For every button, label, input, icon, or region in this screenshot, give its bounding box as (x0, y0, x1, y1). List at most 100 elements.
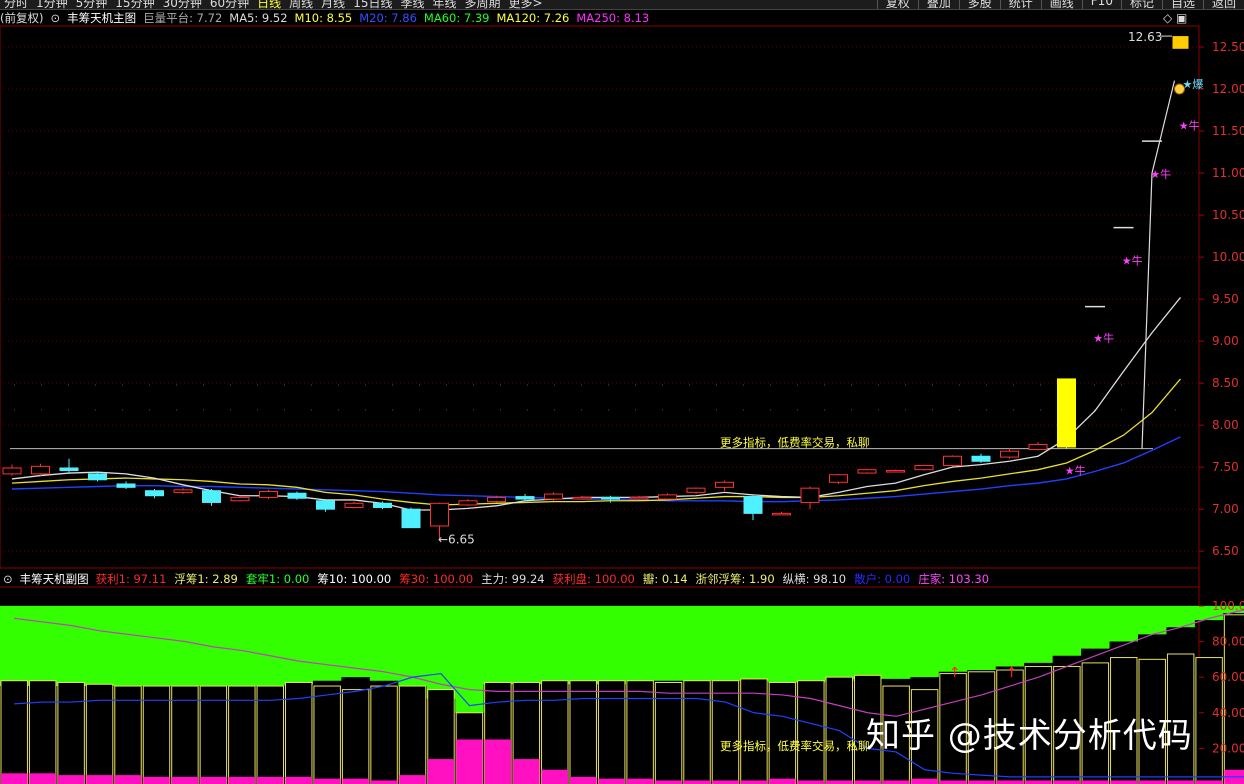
y-tick-label: 8.50 (1212, 376, 1239, 390)
sub-bar-12 (341, 689, 370, 784)
y-tick-label: 10.50 (1212, 208, 1244, 222)
sub-bar-pink-28 (797, 780, 825, 784)
candle-body-30 (857, 469, 877, 474)
candle-37 (1057, 378, 1076, 449)
sub-bar-pink-18 (513, 759, 540, 784)
sub-bar-pink-0 (1, 773, 28, 784)
sub-bar-body-20 (569, 680, 597, 784)
sub-bar-pink-17 (484, 739, 512, 784)
candle-body-23 (658, 494, 677, 500)
sub-bar-body-23 (654, 681, 683, 784)
candle-body-12 (344, 502, 364, 508)
coin-icon (1174, 83, 1185, 95)
candle-body-6 (173, 489, 193, 493)
candle-8 (230, 495, 250, 502)
sub-bar-pink-27 (769, 778, 796, 784)
sub-bar-pink-31 (882, 780, 910, 784)
sub-bar-pink-16 (456, 739, 483, 784)
sub-bar-pink-39 (1110, 780, 1137, 784)
candle-body-9 (259, 491, 278, 498)
sub-bar-pink-6 (171, 776, 199, 784)
sub-bar-body-21 (597, 680, 626, 784)
candle-35 (1000, 448, 1019, 459)
candle-7 (202, 489, 221, 506)
up-arrow-0: ↑ (949, 665, 961, 681)
sub-bar-pink-7 (200, 776, 227, 784)
sub-bar-body-26 (740, 678, 768, 784)
candle-body-22 (629, 496, 649, 500)
sub-bar-pink-23 (655, 780, 682, 784)
candle-33 (943, 455, 962, 467)
sub-bar-body-12 (341, 689, 370, 784)
candle-25 (715, 480, 734, 491)
sub-bar-pink-42 (1195, 780, 1223, 784)
candle-36 (1028, 441, 1048, 451)
sub-bar-body-2 (57, 681, 85, 784)
sub-bar-pink-30 (854, 780, 881, 784)
sub-bar-pink-34 (968, 780, 995, 784)
sub-bar-pink-36 (1025, 780, 1052, 784)
candle-body-37 (1057, 378, 1076, 448)
candle-body-25 (715, 481, 734, 488)
sub-bar-21 (597, 680, 626, 784)
sub-bar-pink-4 (114, 775, 142, 784)
sub-bar-pink-37 (1053, 780, 1081, 784)
y-tick-label: 12.50 (1212, 40, 1244, 54)
sub-bar-pink-25 (712, 780, 739, 784)
sub-bar-1 (28, 680, 57, 784)
sub-bar-pink-40 (1139, 780, 1166, 784)
sub-bar-pink-12 (342, 778, 369, 784)
sub-bar-pink-8 (228, 776, 256, 784)
promo-text: 更多指标，低费率交易，私聊 (720, 436, 870, 450)
y-tick-label: 11.00 (1212, 166, 1244, 180)
candle-body-16 (458, 500, 478, 506)
sub-bar-27 (768, 681, 797, 784)
candle-27 (772, 511, 791, 516)
candle-4 (116, 481, 136, 490)
candle-body-26 (743, 496, 763, 514)
sub-y-tick-label: 80.00 (1212, 635, 1244, 649)
candle-body-24 (686, 487, 706, 493)
sub-bar-body-28 (797, 680, 825, 784)
sub-bar-pink-20 (570, 776, 597, 784)
candle-22 (629, 495, 649, 500)
candle-body-14 (401, 508, 421, 529)
sub-bar-pink-21 (598, 778, 625, 784)
candle-body-19 (544, 493, 563, 500)
candle-body-5 (145, 490, 164, 497)
sub-bar-20 (569, 680, 597, 784)
kline-chart[interactable]: 6.50 7.00 7.50 8.00 8.50 9.00 9.50 10.00 10.50 11… (0, 0, 1244, 784)
sub-bar-pink-19 (541, 769, 568, 784)
sub-bar-body-25 (711, 680, 740, 784)
candle-body-0 (2, 467, 22, 475)
y-tick-label: 9.50 (1212, 292, 1239, 306)
sub-bar-14 (398, 685, 427, 784)
sub-bar-0 (0, 680, 28, 784)
sub-bar-pink-33 (939, 780, 967, 784)
bull-signal-0: ★牛 (1065, 464, 1086, 478)
candle-body-13 (373, 502, 392, 508)
high-label: 12.63 (1128, 30, 1162, 44)
y-tick-label: 8.00 (1212, 418, 1239, 432)
sub-bar-pink-5 (143, 776, 170, 784)
candle-14 (401, 507, 421, 529)
sub-bar-pink-2 (57, 775, 85, 784)
y-tick-label: 7.50 (1212, 460, 1239, 474)
candle-26 (743, 495, 763, 521)
candle-body-33 (943, 455, 962, 466)
candle-30 (857, 468, 877, 474)
sub-bar-body-24 (683, 680, 711, 784)
sub-bar-pink-13 (370, 780, 398, 784)
candle-11 (316, 499, 335, 512)
sub-bar-pink-1 (29, 773, 56, 784)
sub-bar-pink-38 (1082, 780, 1109, 784)
candle-9 (259, 489, 278, 500)
sub-bar-pink-29 (826, 780, 853, 784)
candle-0 (2, 464, 22, 476)
candle-32 (914, 464, 934, 471)
candle-body-35 (1000, 450, 1019, 458)
sub-bar-pink-26 (740, 780, 768, 784)
y-tick-label: 6.50 (1212, 544, 1239, 558)
y-tick-label: 7.00 (1212, 502, 1239, 516)
sub-bar-28 (797, 680, 825, 784)
